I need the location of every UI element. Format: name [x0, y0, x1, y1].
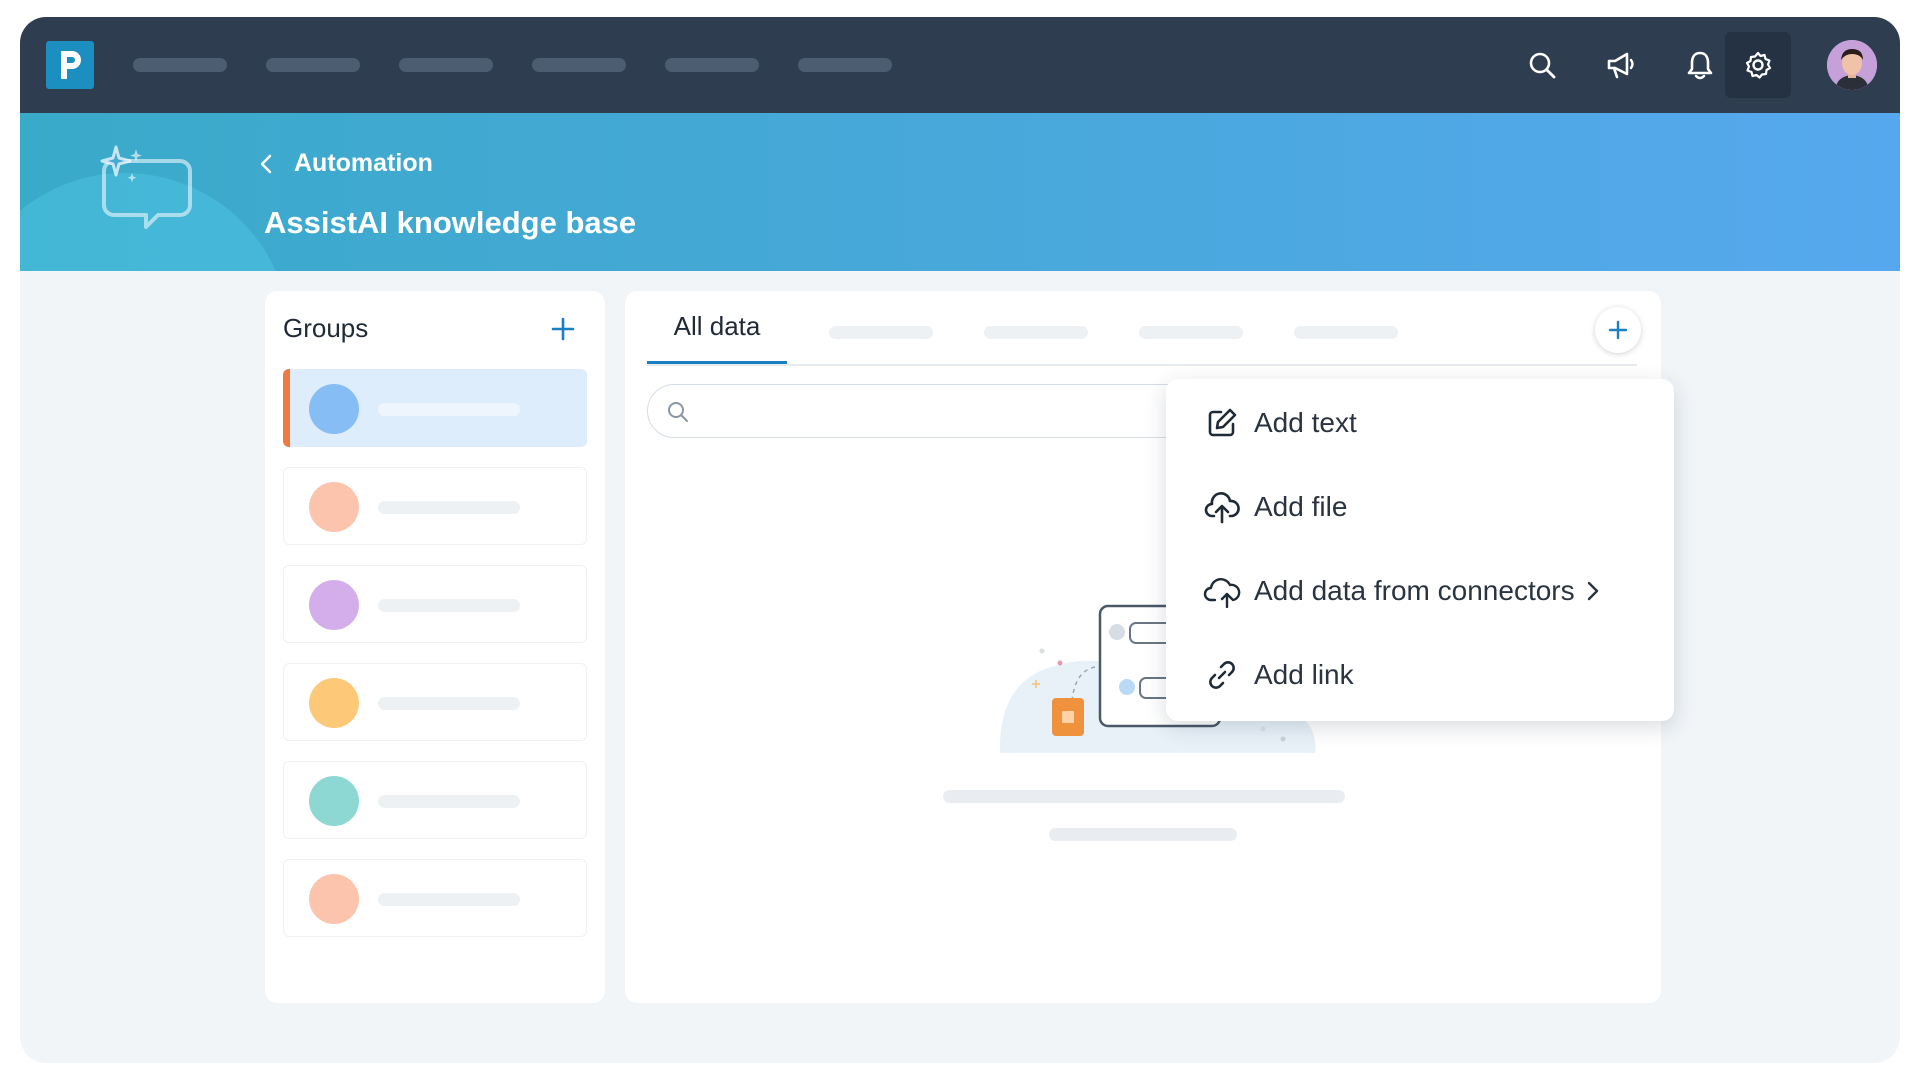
- menu-item-label: Add link: [1254, 659, 1354, 690]
- group-item[interactable]: [283, 859, 587, 937]
- group-color-dot: [309, 482, 359, 532]
- nav-item-3[interactable]: [399, 58, 493, 72]
- group-label-placeholder: [378, 501, 520, 514]
- group-item[interactable]: [283, 467, 587, 545]
- search-icon: [668, 402, 688, 422]
- tab-placeholder[interactable]: [1294, 326, 1398, 339]
- menu-item-label: Add data from connectors: [1254, 575, 1575, 606]
- user-photo: [1827, 40, 1877, 90]
- plus-icon: [1608, 320, 1628, 340]
- edit-icon: [1202, 403, 1242, 443]
- tabs-divider: [647, 364, 1637, 366]
- group-color-dot: [309, 580, 359, 630]
- ai-chat-icon: [100, 145, 192, 229]
- page-header: Automation AssistAI knowledge base: [20, 113, 1900, 271]
- group-label-placeholder: [378, 795, 520, 808]
- group-label-placeholder: [378, 697, 520, 710]
- chevron-right-icon: [1587, 580, 1599, 602]
- group-item[interactable]: [283, 663, 587, 741]
- group-label-placeholder: [378, 599, 520, 612]
- group-color-dot: [309, 776, 359, 826]
- groups-panel: Groups: [265, 291, 605, 1003]
- announcements-button[interactable]: [1597, 41, 1645, 89]
- menu-item-add-text[interactable]: Add text: [1202, 401, 1357, 445]
- menu-item-label: Add text: [1254, 407, 1357, 438]
- nav-item-6[interactable]: [798, 58, 892, 72]
- upload-cloud-icon: [1202, 487, 1242, 527]
- tab-placeholder[interactable]: [829, 326, 933, 339]
- link-icon: [1202, 655, 1242, 695]
- breadcrumb[interactable]: Automation: [260, 149, 433, 178]
- group-item[interactable]: [283, 761, 587, 839]
- search-button[interactable]: [1518, 41, 1566, 89]
- group-color-dot: [309, 678, 359, 728]
- search-input[interactable]: [647, 384, 1207, 438]
- breadcrumb-label[interactable]: Automation: [294, 149, 433, 178]
- group-label-placeholder: [378, 403, 520, 416]
- add-data-menu: Add text Add file Add data from connecto…: [1166, 379, 1674, 721]
- menu-item-add-file[interactable]: Add file: [1202, 485, 1347, 529]
- settings-button[interactable]: [1725, 32, 1791, 98]
- avatar[interactable]: [1827, 40, 1877, 90]
- add-group-button[interactable]: [545, 311, 581, 347]
- menu-item-add-link[interactable]: Add link: [1202, 653, 1354, 697]
- nav-item-4[interactable]: [532, 58, 626, 72]
- logo-p-icon: [61, 51, 81, 79]
- nav-item-1[interactable]: [133, 58, 227, 72]
- menu-item-label: Add file: [1254, 491, 1348, 522]
- menu-item-add-connectors[interactable]: Add data from connectors: [1202, 569, 1599, 613]
- add-data-button[interactable]: [1595, 307, 1641, 353]
- megaphone-icon: [1607, 52, 1634, 79]
- groups-title: Groups: [283, 313, 369, 343]
- group-color-dot: [309, 874, 359, 924]
- nav-item-2[interactable]: [266, 58, 360, 72]
- group-color-dot: [309, 384, 359, 434]
- cloud-upload-icon: [1202, 571, 1242, 611]
- group-item[interactable]: [283, 369, 587, 447]
- search-icon: [1529, 52, 1556, 79]
- group-item[interactable]: [283, 565, 587, 643]
- group-label-placeholder: [378, 893, 520, 906]
- bell-icon: [1687, 51, 1713, 80]
- page-title: AssistAI knowledge base: [264, 205, 637, 240]
- gear-icon: [1745, 51, 1772, 79]
- empty-state-text-placeholder: [1049, 828, 1237, 841]
- tab-placeholder[interactable]: [984, 326, 1088, 339]
- notifications-button[interactable]: [1676, 41, 1724, 89]
- chevron-left-icon: [260, 154, 272, 173]
- empty-state-title-placeholder: [943, 790, 1345, 803]
- tab-all-data[interactable]: All data: [647, 291, 787, 365]
- app-window: Automation AssistAI knowledge base Group…: [20, 17, 1900, 1063]
- nav-item-5[interactable]: [665, 58, 759, 72]
- plus-icon: [551, 317, 575, 341]
- tab-placeholder[interactable]: [1139, 326, 1243, 339]
- top-nav: [20, 17, 1900, 113]
- app-logo[interactable]: [46, 41, 94, 89]
